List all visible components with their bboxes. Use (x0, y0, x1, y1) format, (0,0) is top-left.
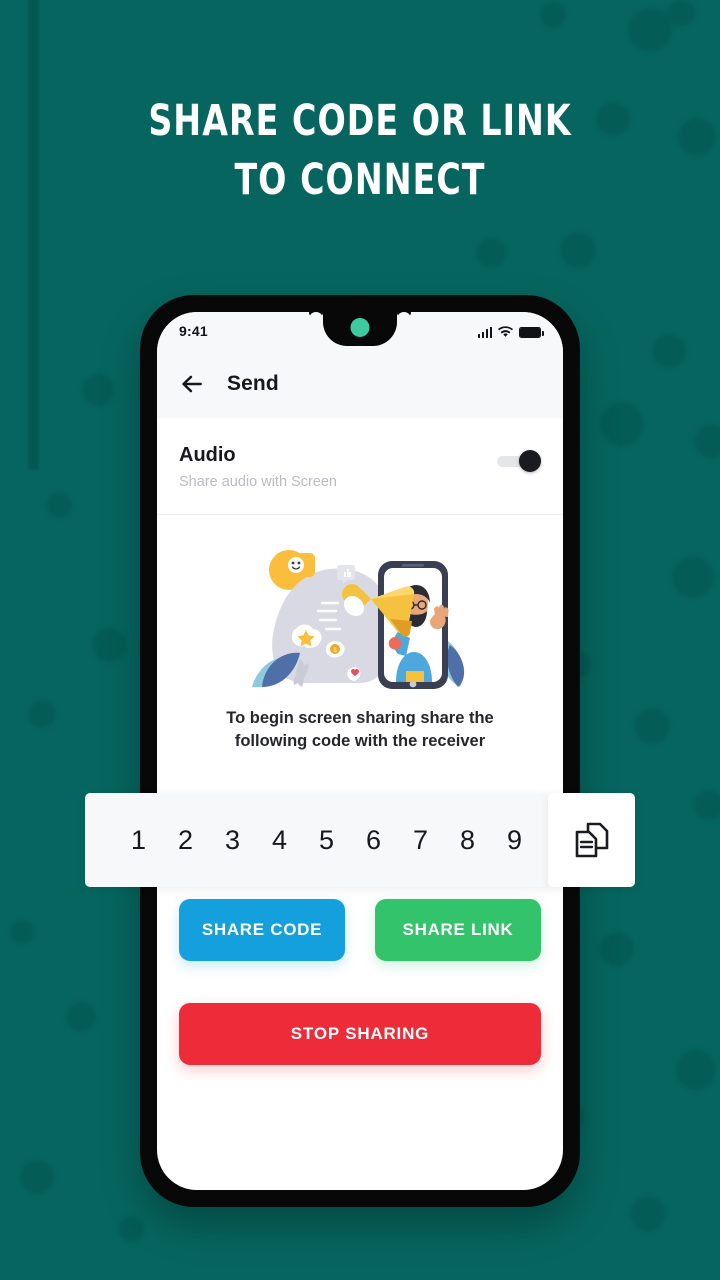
code-digit: 5 (318, 824, 335, 855)
app-bar-title: Send (227, 372, 279, 395)
background-dot (600, 932, 634, 966)
background-dot (652, 334, 686, 368)
background-dot (560, 232, 596, 268)
signal-icon (477, 326, 492, 338)
background-dot (630, 1196, 666, 1232)
background-dot (28, 700, 56, 728)
background-dot (672, 556, 714, 598)
instruction-text: To begin screen sharing share the follow… (157, 699, 563, 753)
background-dot (66, 1002, 96, 1032)
illustration-container: $ (157, 515, 563, 699)
status-icons (477, 324, 544, 338)
page-title: SHARE CODE OR LINK TO CONNECT (50, 92, 669, 210)
background-dot (118, 1216, 144, 1242)
status-time: 9:41 (179, 323, 208, 339)
background-dot (20, 1160, 54, 1194)
background-dot (82, 374, 114, 406)
headline-line-1: SHARE CODE OR LINK (148, 96, 572, 146)
code-digit: 1 (130, 824, 147, 855)
share-link-button[interactable]: SHARE LINK (375, 899, 541, 961)
arrow-left-icon[interactable] (179, 371, 205, 397)
front-camera-icon (350, 318, 370, 337)
background-dot (92, 628, 126, 662)
background-dot (476, 238, 506, 268)
audio-toggle-switch[interactable] (497, 450, 541, 472)
code-digit-group: 1 2 3 4 5 6 7 8 9 (127, 825, 526, 856)
code-digit: 4 (271, 824, 288, 855)
background-dot (10, 920, 34, 944)
copy-icon (575, 822, 608, 858)
share-code-display[interactable]: 1 2 3 4 5 6 7 8 9 (85, 793, 550, 887)
wifi-icon (498, 326, 513, 337)
audio-setting-row[interactable]: Audio Share audio with Screen (157, 418, 563, 515)
copy-code-button[interactable] (548, 793, 635, 887)
code-digit: 6 (365, 824, 382, 855)
instruction-line-2: following code with the receiver (234, 732, 486, 750)
background-stripe (28, 0, 39, 470)
audio-setting-texts: Audio Share audio with Screen (179, 444, 337, 490)
background-dot (600, 402, 644, 446)
background-dot (540, 2, 566, 28)
stop-sharing-button[interactable]: STOP SHARING (179, 1003, 541, 1065)
background-dot (634, 708, 670, 744)
code-digit: 7 (412, 824, 429, 855)
background-dot (666, 0, 696, 26)
code-digit: 2 (177, 824, 194, 855)
background-dot (46, 492, 72, 518)
audio-title: Audio (179, 444, 236, 466)
phone-screen: 9:41 Send Audio Share audio with Screen … (157, 312, 563, 1190)
background-dot (694, 790, 720, 820)
background-dot (678, 118, 716, 156)
audio-subtitle: Share audio with Screen (179, 474, 337, 490)
megaphone-announcement-illustration: $ (252, 550, 465, 689)
share-code-button[interactable]: SHARE CODE (179, 899, 345, 961)
code-digit: 3 (224, 824, 241, 855)
app-bar: Send (157, 350, 563, 418)
instruction-line-1: To begin screen sharing share the (226, 709, 494, 727)
code-digit: 8 (459, 824, 476, 855)
code-digit: 9 (506, 824, 523, 855)
battery-icon (519, 327, 544, 338)
background-dot (676, 1050, 716, 1090)
phone-mockup: 9:41 Send Audio Share audio with Screen … (140, 295, 580, 1207)
toggle-knob (519, 450, 541, 472)
headline-line-2: TO CONNECT (234, 155, 486, 205)
share-button-row: SHARE CODE SHARE LINK (157, 899, 563, 961)
background-dot (694, 424, 720, 458)
